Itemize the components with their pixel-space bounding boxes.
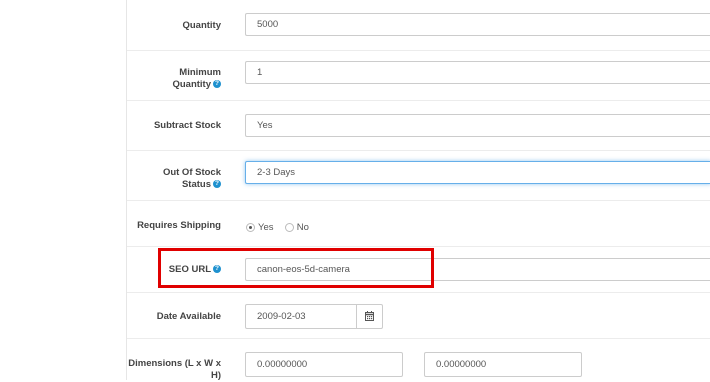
requires-shipping-label: Requires Shipping bbox=[137, 220, 221, 231]
out-of-stock-status-row: Out Of Stock Status? 2-3 Days bbox=[127, 150, 710, 201]
minimum-quantity-label-line2: Quantity bbox=[172, 79, 211, 90]
minimum-quantity-input[interactable]: 1 bbox=[245, 61, 710, 84]
out-of-stock-status-label: Out Of Stock Status? bbox=[111, 167, 221, 191]
question-circle-icon[interactable]: ? bbox=[213, 80, 221, 89]
question-circle-icon[interactable]: ? bbox=[213, 180, 221, 189]
requires-shipping-radio-group: Yes No bbox=[246, 222, 309, 234]
date-available-input[interactable]: 2009-02-03 bbox=[245, 304, 357, 329]
radio-yes[interactable] bbox=[246, 222, 255, 232]
radio-no-label: No bbox=[296, 222, 309, 233]
dimensions-label-line2: H) bbox=[210, 370, 221, 381]
subtract-stock-select[interactable]: Yes bbox=[245, 114, 710, 137]
calendar-icon bbox=[365, 311, 374, 321]
quantity-label: Quantity bbox=[182, 20, 221, 31]
out-of-stock-status-label-line2: Status bbox=[181, 179, 211, 190]
dimensions-row: Dimensions (L x W x H) 0.00000000 0.0000… bbox=[127, 338, 710, 381]
out-of-stock-status-label-line1: Out Of Stock bbox=[162, 167, 221, 178]
radio-no[interactable] bbox=[284, 222, 294, 232]
subtract-stock-label: Subtract Stock bbox=[153, 120, 221, 131]
minimum-quantity-row: Minimum Quantity? 1 bbox=[127, 50, 710, 101]
dimensions-label: Dimensions (L x W x H) bbox=[111, 358, 221, 382]
width-input[interactable]: 0.00000000 bbox=[424, 352, 582, 377]
date-available-row: Date Available 2009-02-03 bbox=[127, 292, 710, 339]
length-input[interactable]: 0.00000000 bbox=[245, 352, 403, 377]
minimum-quantity-label: Minimum Quantity? bbox=[111, 67, 221, 91]
calendar-button[interactable] bbox=[356, 304, 383, 329]
out-of-stock-status-select[interactable]: 2-3 Days bbox=[245, 161, 710, 184]
product-data-panel: Quantity 5000 Minimum Quantity? 1 Subtra… bbox=[126, 0, 710, 381]
quantity-input[interactable]: 5000 bbox=[245, 13, 710, 36]
minimum-quantity-label-line1: Minimum bbox=[179, 67, 221, 78]
subtract-stock-row: Subtract Stock Yes bbox=[127, 100, 710, 151]
dimensions-label-line1: Dimensions (L x W x bbox=[128, 358, 221, 369]
date-available-label: Date Available bbox=[156, 311, 221, 322]
requires-shipping-row: Requires Shipping Yes No bbox=[127, 200, 710, 247]
quantity-row: Quantity 5000 bbox=[127, 0, 710, 51]
radio-yes-label: Yes bbox=[258, 222, 274, 233]
seo-url-highlight-box bbox=[158, 248, 434, 288]
